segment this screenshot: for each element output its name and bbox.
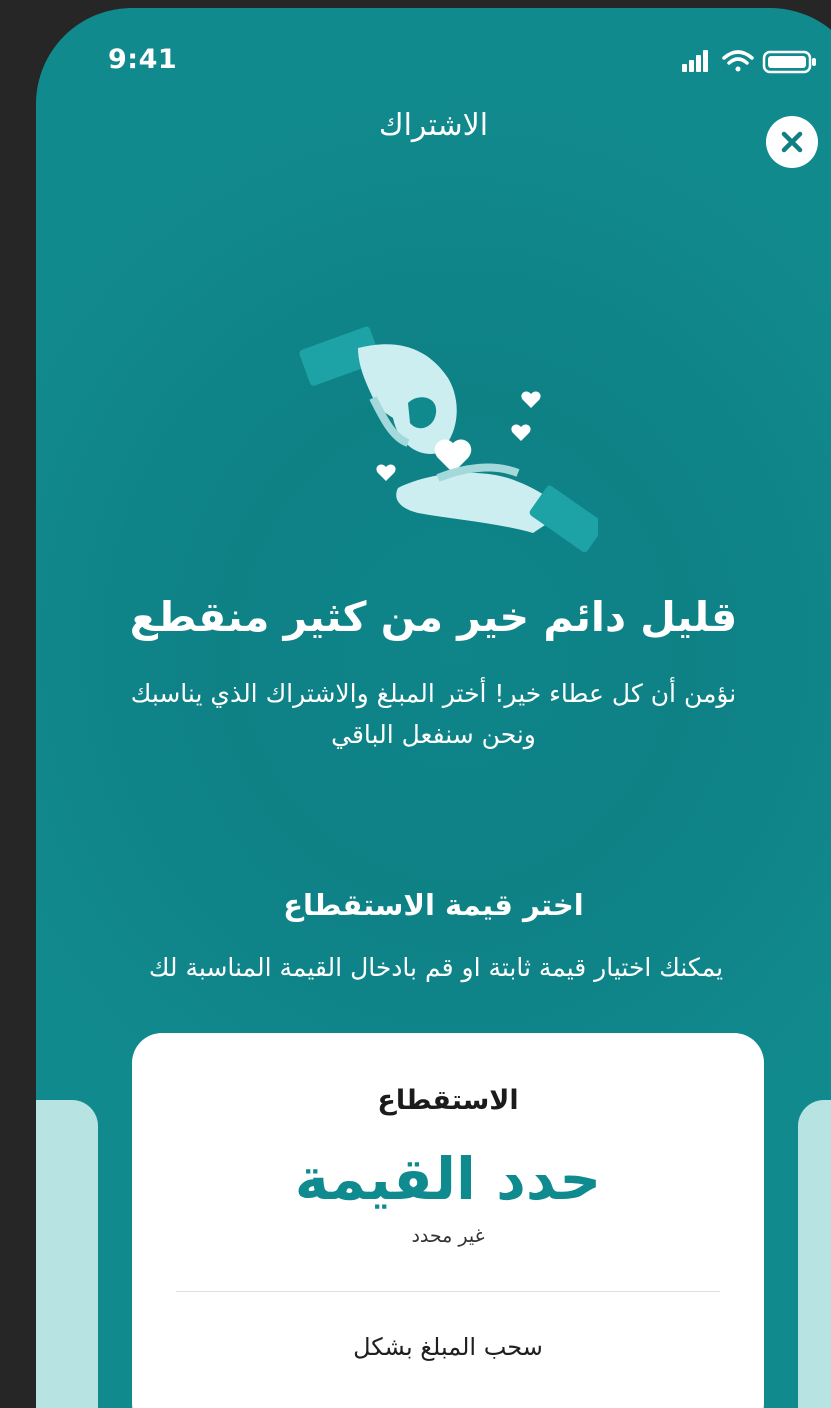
deduction-section-subtitle: يمكنك اختيار قيمة ثابتة او قم بادخال الق…	[148, 953, 724, 982]
card-divider	[176, 1291, 720, 1292]
battery-icon	[762, 50, 816, 74]
amount-card-hint: غير محدد	[411, 1225, 485, 1247]
withdrawal-frequency-label: سحب المبلغ بشكل	[353, 1333, 543, 1361]
amount-card-label: الاستقطاع	[377, 1085, 519, 1116]
close-button[interactable]	[766, 116, 818, 168]
next-amount-card[interactable]	[798, 1100, 831, 1408]
hero-description-line1: نؤمن أن كل عطاء خير! أختر المبلغ والاشتر…	[130, 679, 737, 708]
amount-card-value[interactable]: حدد القيمة	[132, 1145, 764, 1213]
status-time: 9:41	[108, 44, 178, 75]
signal-icon	[682, 50, 708, 72]
wifi-icon	[722, 50, 754, 72]
previous-amount-card[interactable]	[36, 1100, 98, 1408]
status-icons	[676, 46, 831, 76]
page-title: الاشتراك	[378, 108, 489, 143]
phone-screen: 9:41 الاشتراك قليل دائم خير من كثير منقط…	[36, 8, 831, 1408]
giving-hands-illustration	[298, 308, 605, 558]
close-icon	[781, 131, 803, 153]
hero-headline: قليل دائم خير من كثير منقطع	[129, 593, 738, 641]
deduction-section-title: اختر قيمة الاستقطاع	[283, 888, 584, 922]
amount-card[interactable]: الاستقطاع حدد القيمة غير محدد سحب المبلغ…	[132, 1033, 764, 1408]
hero-description-line2: ونحن سنفعل الباقي	[331, 720, 536, 749]
hero-description: نؤمن أن كل عطاء خير! أختر المبلغ والاشتر…	[56, 673, 811, 755]
